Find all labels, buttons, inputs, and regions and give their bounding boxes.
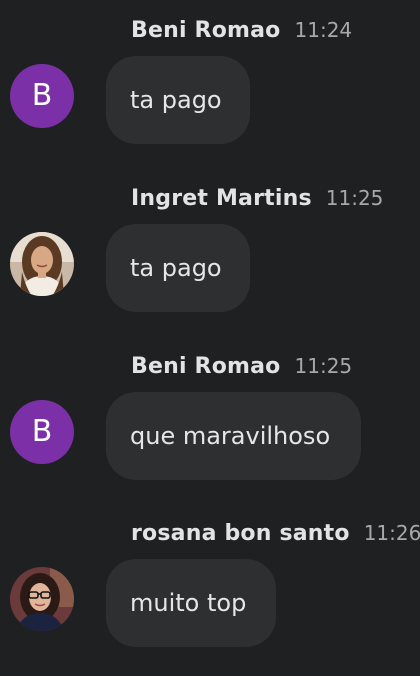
avatar[interactable] [10, 232, 74, 296]
avatar-initial: B [31, 414, 53, 449]
message-bubble[interactable]: que maravilhoso [106, 392, 361, 480]
message-bubble[interactable]: muito top [106, 559, 276, 647]
sender-name[interactable]: rosana bon santo [131, 521, 350, 546]
chat-message-list: B Beni Romao 11:24 ta pago Ingret Martins… [0, 0, 420, 676]
avatar[interactable]: B [10, 64, 74, 128]
message-bubble[interactable]: ta pago [106, 224, 250, 312]
profile-photo [10, 567, 74, 631]
message-time: 11:26 [363, 521, 420, 545]
sender-name[interactable]: Beni Romao [131, 18, 281, 43]
message-header: Beni Romao 11:25 [131, 354, 352, 384]
message-bubble[interactable]: ta pago [106, 56, 250, 144]
avatar-initial: B [31, 78, 53, 113]
avatar[interactable] [10, 567, 74, 631]
chat-message: B Beni Romao 11:25 que maravilhoso [0, 352, 420, 512]
avatar[interactable]: B [10, 400, 74, 464]
profile-photo [10, 232, 74, 296]
sender-name[interactable]: Ingret Martins [131, 186, 312, 211]
chat-message: B Beni Romao 11:24 ta pago [0, 16, 420, 176]
message-time: 11:25 [325, 186, 384, 210]
chat-message: rosana bon santo 11:26 muito top [0, 519, 420, 676]
message-header: Beni Romao 11:24 [131, 18, 352, 48]
sender-name[interactable]: Beni Romao [131, 354, 281, 379]
message-header: Ingret Martins 11:25 [131, 186, 383, 216]
message-header: rosana bon santo 11:26 [131, 521, 420, 551]
message-time: 11:24 [294, 18, 353, 42]
chat-message: Ingret Martins 11:25 ta pago [0, 184, 420, 344]
message-time: 11:25 [294, 354, 353, 378]
